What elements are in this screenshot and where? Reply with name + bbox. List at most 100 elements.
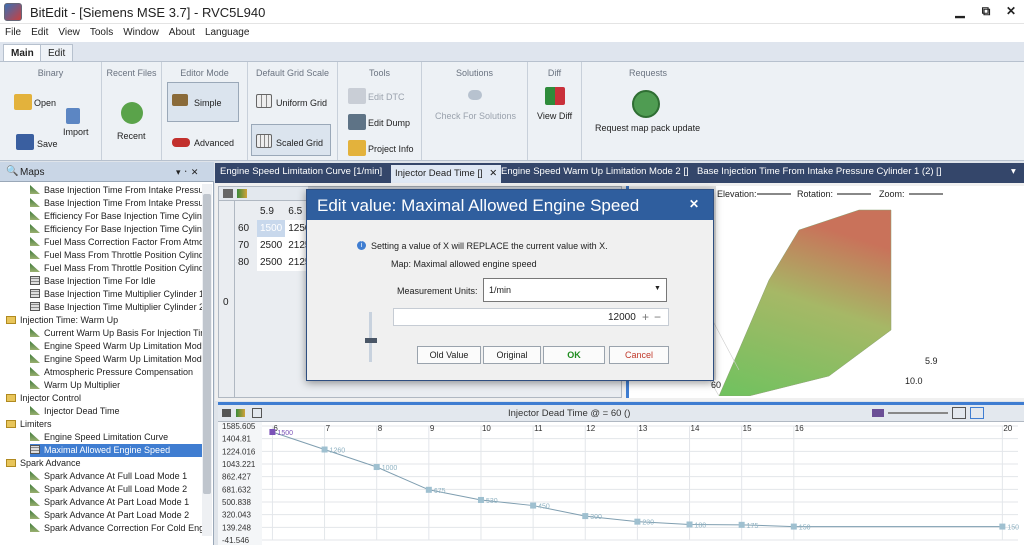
table-cell[interactable]: 2500 [257, 237, 286, 254]
grid-toggle-icon[interactable] [952, 407, 966, 419]
tree-item[interactable]: Engine Speed Warm Up Limitation Mod [30, 340, 202, 353]
data-point[interactable] [634, 518, 641, 525]
uniform-grid-button[interactable]: Uniform Grid [276, 98, 327, 108]
curve-chart[interactable]: 1585.605 1404.81 1224.016 1043.221 862.427 68… [218, 422, 1024, 545]
tree-item[interactable]: Engine Speed Limitation Curve [30, 431, 202, 444]
tree-folder[interactable]: Spark Advance [6, 457, 202, 470]
tree-item[interactable]: Spark Advance At Full Load Mode 2 [30, 483, 202, 496]
increment-icon[interactable]: + [642, 310, 649, 324]
tree-item[interactable]: Base Injection Time Multiplier Cylinder … [30, 301, 202, 314]
project-info-button[interactable]: Project Info [368, 144, 414, 154]
tree-folder[interactable]: Injection Time: Warm Up [6, 314, 202, 327]
tree-item[interactable]: Atmospheric Pressure Compensation [30, 366, 202, 379]
data-point[interactable] [790, 523, 797, 530]
tree-scroll-thumb[interactable] [203, 194, 211, 494]
curve-mode-icon[interactable] [988, 407, 1002, 419]
color-icon[interactable] [237, 189, 247, 198]
data-point[interactable] [738, 521, 745, 528]
edit-dtc-button[interactable]: Edit DTC [368, 92, 405, 102]
doc-tab-engine-speed-limitation[interactable]: Engine Speed Limitation Curve [1/min] [220, 166, 382, 177]
search-icon[interactable]: 🔍 [6, 166, 18, 177]
ok-button[interactable]: OK [543, 346, 605, 364]
tree-item[interactable]: Efficiency For Base Injection Time Cylin… [30, 210, 202, 223]
tree-folder[interactable]: Injector Control [6, 392, 202, 405]
tree-item[interactable]: Warm Up Multiplier [30, 379, 202, 392]
tree-item[interactable]: Spark Advance Correction For Cold Eng [30, 522, 202, 534]
decrement-icon[interactable]: − [654, 310, 661, 324]
import-button[interactable]: Import [63, 127, 89, 137]
data-point[interactable] [321, 446, 328, 453]
elevation-slider[interactable] [757, 193, 791, 195]
tree-item[interactable]: Injector Dead Time [30, 405, 202, 418]
doc-tab-warm-up-limitation[interactable]: Engine Speed Warm Up Limitation Mode 2 [… [501, 166, 689, 177]
advanced-button[interactable]: Advanced [194, 138, 234, 148]
doc-tab-injector-dead-time[interactable]: Injector Dead Time [] ✕ [391, 165, 502, 183]
tree-item[interactable]: Maximal Allowed Engine Speed [30, 444, 202, 457]
open-button[interactable]: Open [34, 98, 56, 108]
scaled-grid-button[interactable]: Scaled Grid [276, 138, 323, 148]
line-mode-icon[interactable] [970, 407, 984, 419]
zoom-slider[interactable] [909, 193, 943, 195]
old-value-button[interactable]: Old Value [417, 346, 481, 364]
restore-button[interactable]: ⧉ [978, 4, 994, 20]
dialog-slider-thumb[interactable] [365, 338, 377, 343]
chart-type-icon[interactable] [872, 409, 884, 417]
tree-item[interactable]: Engine Speed Warm Up Limitation Mod [30, 353, 202, 366]
axis-icon[interactable] [223, 189, 233, 198]
menu-window[interactable]: Window [118, 24, 164, 38]
curve-zoom-slider[interactable] [888, 412, 948, 414]
simple-button[interactable]: Simple [194, 98, 222, 108]
tree-item[interactable]: Fuel Mass Correction Factor From Atmo [30, 236, 202, 249]
tree-item[interactable]: Base Injection Time From Intake Pressur [30, 184, 202, 197]
ribbon-tab-main[interactable]: Main [3, 44, 42, 62]
dotted-mode-icon[interactable] [1006, 407, 1020, 419]
panel-controls[interactable]: ▾ ᛫ ✕ [176, 167, 198, 178]
menu-file[interactable]: File [0, 24, 26, 38]
original-button[interactable]: Original [483, 346, 541, 364]
table-cell[interactable]: 2500 [257, 254, 286, 271]
menu-language[interactable]: Language [200, 24, 255, 38]
tree-item[interactable]: Efficiency For Base Injection Time Cylin… [30, 223, 202, 236]
data-point[interactable] [269, 428, 276, 435]
view-diff-button[interactable]: View Diff [537, 111, 572, 121]
table-cell[interactable]: 1500 [257, 220, 286, 237]
recent-button[interactable]: Recent [117, 131, 146, 141]
close-icon[interactable]: ✕ [689, 197, 699, 211]
menu-edit[interactable]: Edit [26, 24, 53, 38]
tree-item[interactable]: Fuel Mass From Throttle Position Cylind [30, 262, 202, 275]
tree-item[interactable]: Base Injection Time From Intake Pressur [30, 197, 202, 210]
menu-view[interactable]: View [53, 24, 85, 38]
axis-icon[interactable] [222, 409, 231, 417]
tab-overflow-icon[interactable]: ▾ [1011, 166, 1016, 177]
doc-tab-base-injection-time[interactable]: Base Injection Time From Intake Pressure… [697, 166, 941, 177]
data-point[interactable] [582, 513, 589, 520]
data-point[interactable] [425, 486, 432, 493]
menu-tools[interactable]: Tools [85, 24, 118, 38]
tree-item[interactable]: Spark Advance At Part Load Mode 2 [30, 509, 202, 522]
data-point[interactable] [477, 496, 484, 503]
tree-item[interactable]: Fuel Mass From Throttle Position Cylind [30, 249, 202, 262]
menu-about[interactable]: About [164, 24, 200, 38]
close-button[interactable]: ✕ [1003, 4, 1019, 20]
ribbon-tab-edit[interactable]: Edit [40, 44, 74, 62]
save-button[interactable]: Save [37, 139, 58, 149]
color-icon[interactable] [236, 409, 245, 417]
data-point[interactable] [999, 523, 1006, 530]
tree-item[interactable]: Base Injection Time For Idle [30, 275, 202, 288]
request-update-button[interactable]: Request map pack update [595, 123, 700, 133]
tree-scrollbar[interactable] [202, 184, 212, 536]
data-point[interactable] [373, 464, 380, 471]
grid-icon[interactable] [252, 408, 262, 418]
minimize-button[interactable]: ▁ [952, 4, 968, 20]
data-point[interactable] [686, 521, 693, 528]
rotation-slider[interactable] [837, 193, 871, 195]
cancel-button[interactable]: Cancel [609, 346, 669, 364]
data-point[interactable] [530, 502, 537, 509]
edit-dump-button[interactable]: Edit Dump [368, 118, 410, 128]
tree-item[interactable]: Spark Advance At Part Load Mode 1 [30, 496, 202, 509]
units-select[interactable]: 1/min ▼ [483, 278, 667, 302]
check-solutions-button[interactable]: Check For Solutions [435, 111, 516, 121]
value-input[interactable]: 12000 + − [393, 308, 669, 326]
tree-item[interactable]: Current Warm Up Basis For Injection Tin [30, 327, 202, 340]
dialog-slider-track[interactable] [369, 312, 372, 362]
